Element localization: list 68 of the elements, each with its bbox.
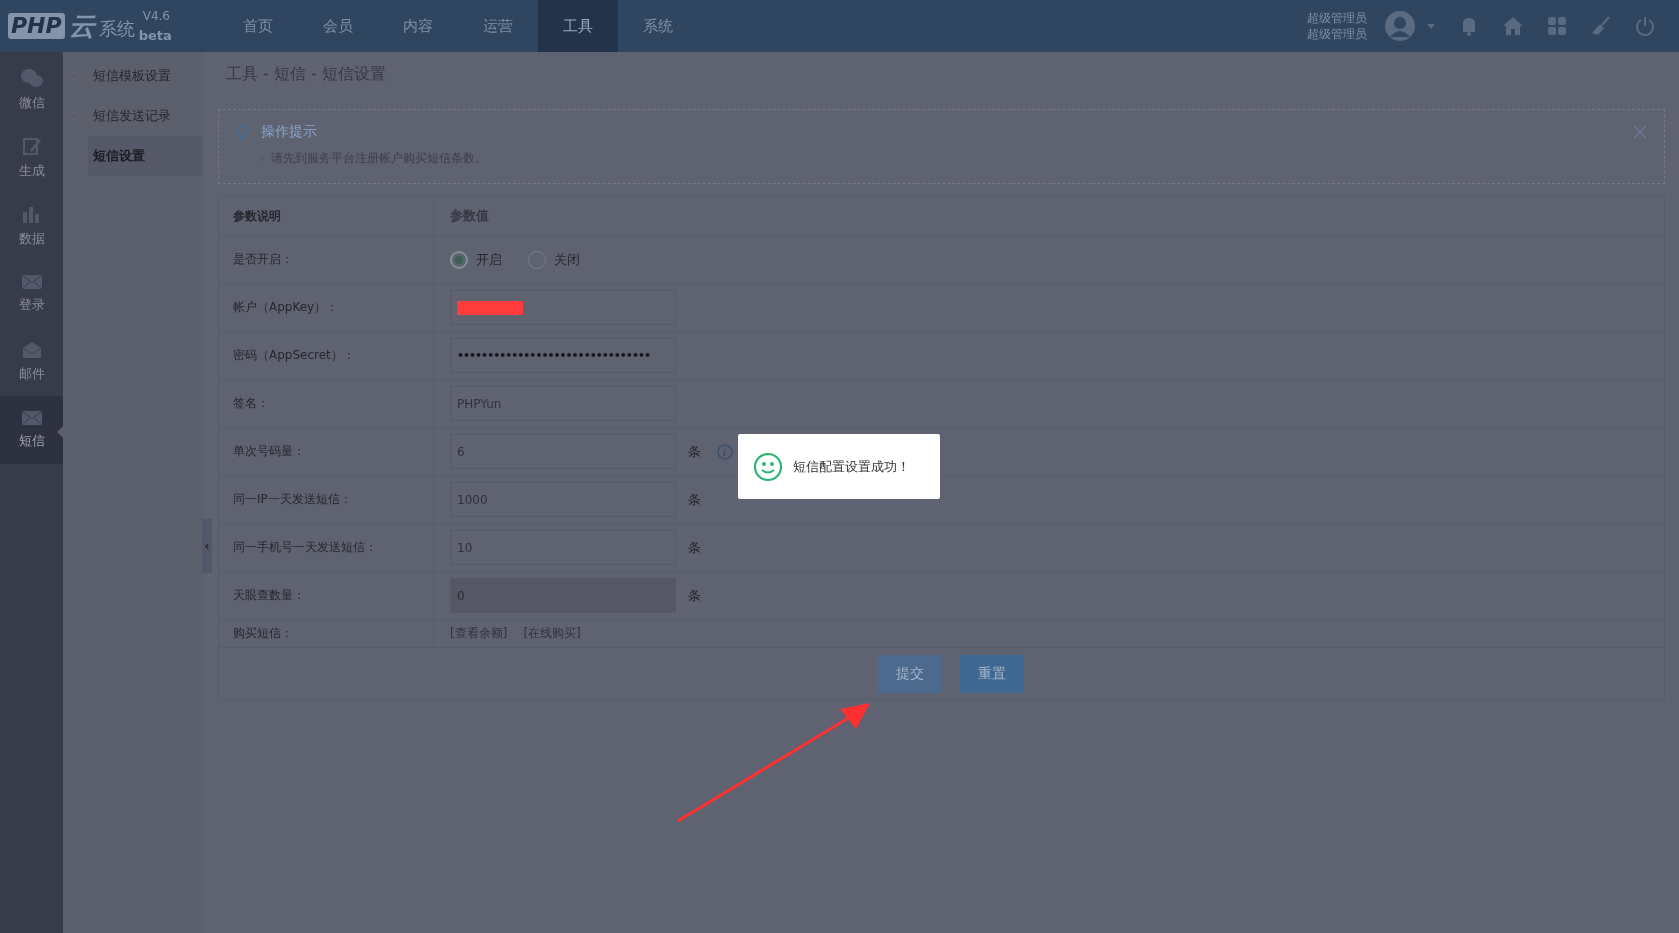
field-label: 购买短信： <box>233 625 293 642</box>
reset-button[interactable]: 重置 <box>960 654 1024 693</box>
sidebar-item[interactable]: 登录 <box>0 260 63 328</box>
submit-button[interactable]: 提交 <box>878 654 942 693</box>
beta-label: beta <box>138 28 172 43</box>
tip-title: 操作提示 <box>261 123 317 141</box>
unit-label: 条 <box>688 586 701 605</box>
apps-icon[interactable] <box>1547 16 1567 36</box>
radio-option[interactable]: 关闭 <box>528 250 580 269</box>
field-label: 密码（AppSecret）： <box>233 347 355 364</box>
nav-tab[interactable]: 会员 <box>298 0 378 52</box>
chat-icon <box>19 68 44 88</box>
toast-text: 短信配置设置成功！ <box>793 457 910 476</box>
avatar-icon[interactable] <box>1385 11 1415 41</box>
envelope-icon <box>21 341 42 359</box>
radio-label: 关闭 <box>554 250 580 269</box>
sidebar-label: 微信 <box>18 94 45 112</box>
envelope-icon <box>21 274 42 290</box>
logo-mark: PHP <box>8 13 65 39</box>
sidebar-item[interactable]: 生成 <box>0 124 63 192</box>
sidebar-item[interactable]: 邮件 <box>0 328 63 396</box>
user-name: 超级管理员 <box>1307 10 1367 26</box>
radio-label: 开启 <box>476 250 502 269</box>
radio-option[interactable]: 开启 <box>450 250 502 269</box>
submenu-item[interactable]: 短信模板设置 <box>63 56 203 96</box>
field-label: 帐户（AppKey）： <box>233 299 339 316</box>
sidebar-label: 邮件 <box>18 365 45 383</box>
unit-label: 条 <box>688 442 701 461</box>
smiley-icon <box>753 451 783 482</box>
sidebar-label: 短信 <box>18 432 45 450</box>
unit-label: 条 <box>688 538 701 557</box>
version-label: V4.6 <box>142 9 170 24</box>
sidebar-item[interactable]: 数据 <box>0 192 63 260</box>
lightbulb-icon <box>233 122 251 142</box>
sidebar-item[interactable]: 短信 <box>0 396 63 464</box>
nav-tab[interactable]: 运营 <box>458 0 538 52</box>
caret-icon[interactable] <box>1427 23 1435 29</box>
bar-chart-icon <box>21 204 42 224</box>
nav-tab[interactable]: 工具 <box>538 0 618 52</box>
envelope-icon <box>21 410 42 426</box>
sidebar-label: 数据 <box>18 230 45 248</box>
nav-tab[interactable]: 首页 <box>218 0 298 52</box>
field-label: 签名： <box>233 395 269 412</box>
nav-tab[interactable]: 内容 <box>378 0 458 52</box>
field-label: 是否开启： <box>233 251 293 268</box>
submenu-item[interactable]: 短信设置 <box>88 136 203 176</box>
submenu-item[interactable]: 短信发送记录 <box>63 96 203 136</box>
input-field[interactable]: •••••••••••••••••••••••••••••••• <box>450 338 676 373</box>
collapse-handle[interactable]: ‹ <box>202 519 212 573</box>
logo-glyph: 云 <box>68 9 95 43</box>
broom-icon[interactable] <box>1591 16 1611 36</box>
logo-text: 系统 <box>98 17 135 41</box>
sidebar-item[interactable]: 微信 <box>0 56 63 124</box>
close-icon[interactable] <box>1634 126 1646 138</box>
edit-icon <box>21 136 42 156</box>
field-label: 天眼查数量： <box>233 587 305 604</box>
column-header: 参数说明 <box>233 207 281 225</box>
field-label: 单次号码量： <box>233 443 305 460</box>
radio-button[interactable] <box>450 250 468 269</box>
home-icon[interactable] <box>1503 16 1523 36</box>
user-role: 超级管理员 <box>1307 26 1367 42</box>
radio-button[interactable] <box>528 250 546 269</box>
power-icon[interactable] <box>1635 16 1655 36</box>
nav-tab[interactable]: 系统 <box>618 0 698 52</box>
input-field[interactable] <box>450 290 676 325</box>
unit-label: 条 <box>688 490 701 509</box>
sidebar-label: 登录 <box>18 296 45 314</box>
sidebar-label: 生成 <box>18 162 45 180</box>
